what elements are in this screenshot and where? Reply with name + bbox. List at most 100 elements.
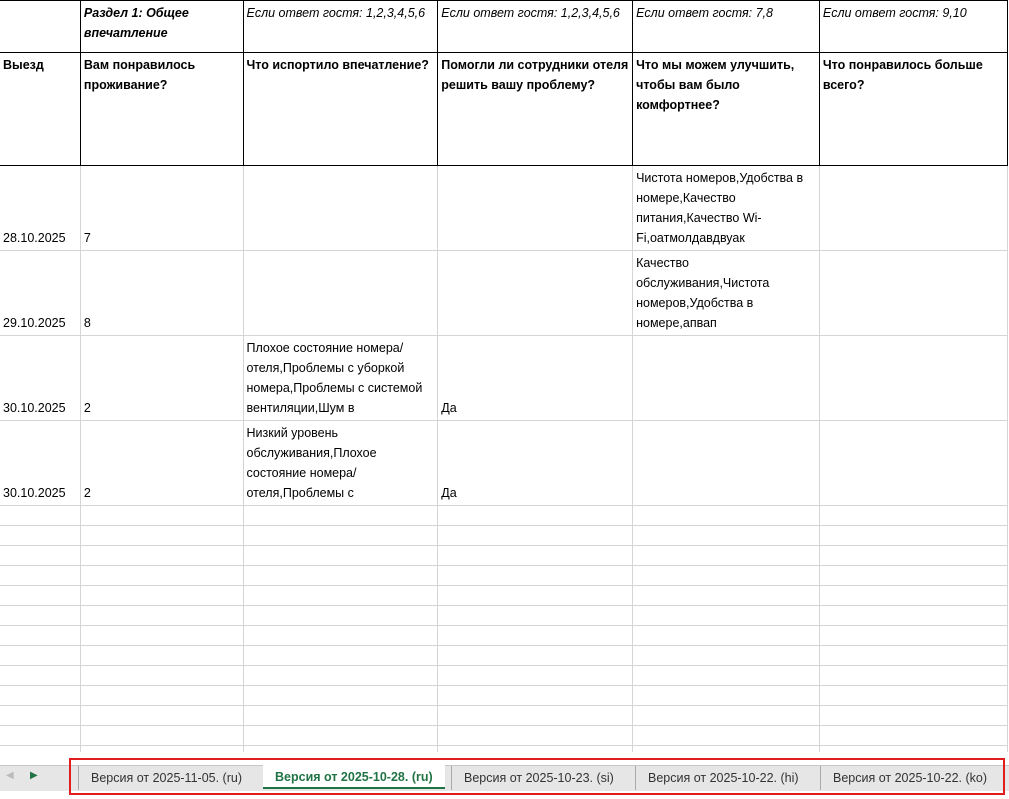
cell[interactable]: Что испортило впечатление? — [242, 52, 439, 166]
cell[interactable] — [242, 625, 439, 646]
cell[interactable] — [437, 165, 634, 251]
scroll-tabs-left-icon[interactable]: ◀ — [6, 770, 14, 781]
cell[interactable] — [79, 705, 244, 726]
cell[interactable] — [79, 605, 244, 626]
cell[interactable] — [818, 645, 1009, 666]
cell[interactable] — [632, 685, 820, 706]
cell[interactable] — [437, 565, 634, 586]
cell[interactable] — [79, 565, 244, 586]
cell[interactable] — [632, 605, 820, 626]
cell[interactable] — [818, 665, 1009, 686]
cell[interactable] — [79, 725, 244, 746]
cell[interactable]: Что мы можем улучшить, чтобы вам было ко… — [632, 52, 820, 166]
cell[interactable] — [79, 525, 244, 546]
cell[interactable]: Низкий уровень обслуживания,Плохое состо… — [242, 420, 439, 506]
cell[interactable] — [818, 165, 1009, 251]
cell[interactable] — [632, 625, 820, 646]
cell[interactable] — [437, 725, 634, 746]
cell[interactable] — [818, 705, 1009, 726]
cell[interactable]: 8 — [79, 250, 244, 336]
cell[interactable] — [242, 705, 439, 726]
spreadsheet-grid[interactable]: Раздел 1: Общее впечатление Если ответ г… — [0, 0, 1009, 752]
cell[interactable] — [437, 625, 634, 646]
cell[interactable] — [818, 250, 1009, 336]
cell[interactable] — [242, 645, 439, 666]
cell[interactable] — [632, 335, 820, 421]
cell[interactable] — [632, 505, 820, 526]
cell[interactable] — [437, 505, 634, 526]
cell[interactable]: Выезд — [0, 52, 81, 166]
cell[interactable] — [79, 645, 244, 666]
cell[interactable] — [818, 625, 1009, 646]
cell[interactable]: 30.10.2025 — [0, 335, 81, 421]
cell[interactable]: Вам понравилось проживание? — [79, 52, 244, 166]
cell[interactable] — [79, 665, 244, 686]
cell[interactable] — [818, 420, 1009, 506]
cell[interactable]: Плохое состояние номера/отеля,Проблемы с… — [242, 335, 439, 421]
cell[interactable] — [437, 665, 634, 686]
cell[interactable] — [818, 335, 1009, 421]
cell[interactable] — [0, 725, 81, 746]
cell[interactable] — [79, 625, 244, 646]
cell[interactable] — [0, 705, 81, 726]
cell[interactable] — [0, 625, 81, 646]
cell[interactable]: 30.10.2025 — [0, 420, 81, 506]
cell[interactable] — [818, 585, 1009, 606]
cell[interactable]: Если ответ гостя: 9,10 — [818, 0, 1009, 53]
cell[interactable] — [818, 725, 1009, 746]
cell[interactable] — [0, 645, 81, 666]
cell[interactable] — [632, 705, 820, 726]
cell[interactable] — [437, 705, 634, 726]
cell[interactable] — [437, 250, 634, 336]
cell[interactable]: Чистота номеров,Удобства в номере,Качест… — [632, 165, 820, 251]
cell[interactable] — [0, 0, 81, 53]
cell[interactable] — [632, 645, 820, 666]
cell[interactable]: Что понравилось больше всего? — [818, 52, 1009, 166]
cell[interactable] — [632, 420, 820, 506]
cell[interactable] — [242, 685, 439, 706]
cell[interactable]: Если ответ гостя: 1,2,3,4,5,6 — [437, 0, 634, 53]
cell[interactable] — [632, 545, 820, 566]
cell[interactable] — [437, 605, 634, 626]
cell[interactable] — [818, 525, 1009, 546]
cell[interactable] — [242, 165, 439, 251]
cell[interactable] — [818, 545, 1009, 566]
cell[interactable] — [79, 545, 244, 566]
cell[interactable] — [79, 585, 244, 606]
cell[interactable] — [0, 605, 81, 626]
cell[interactable] — [242, 505, 439, 526]
cell[interactable] — [0, 685, 81, 706]
cell[interactable] — [437, 525, 634, 546]
cell[interactable] — [242, 725, 439, 746]
cell[interactable] — [0, 565, 81, 586]
scroll-tabs-right-icon[interactable]: ▶ — [30, 770, 38, 781]
cell[interactable] — [242, 565, 439, 586]
cell[interactable]: Помогли ли сотрудники отеля решить вашу … — [437, 52, 634, 166]
cell[interactable] — [437, 545, 634, 566]
cell[interactable] — [0, 665, 81, 686]
cell[interactable] — [632, 565, 820, 586]
cell[interactable]: Если ответ гостя: 1,2,3,4,5,6 — [242, 0, 439, 53]
cell[interactable] — [818, 685, 1009, 706]
cell[interactable] — [242, 250, 439, 336]
cell[interactable] — [0, 505, 81, 526]
cell[interactable]: 7 — [79, 165, 244, 251]
cell[interactable] — [632, 665, 820, 686]
cell[interactable]: Качество обслуживания,Чистота номеров,Уд… — [632, 250, 820, 336]
cell[interactable] — [632, 585, 820, 606]
cell[interactable]: 2 — [79, 420, 244, 506]
cell[interactable] — [242, 525, 439, 546]
cell[interactable] — [242, 585, 439, 606]
cell[interactable] — [242, 665, 439, 686]
cell[interactable] — [79, 685, 244, 706]
cell[interactable]: Да — [437, 335, 634, 421]
cell[interactable] — [632, 725, 820, 746]
cell[interactable] — [79, 505, 244, 526]
cell[interactable] — [242, 605, 439, 626]
cell[interactable] — [0, 545, 81, 566]
cell[interactable]: 29.10.2025 — [0, 250, 81, 336]
cell[interactable] — [818, 505, 1009, 526]
cell[interactable] — [437, 645, 634, 666]
cell[interactable]: 28.10.2025 — [0, 165, 81, 251]
cell[interactable] — [818, 605, 1009, 626]
